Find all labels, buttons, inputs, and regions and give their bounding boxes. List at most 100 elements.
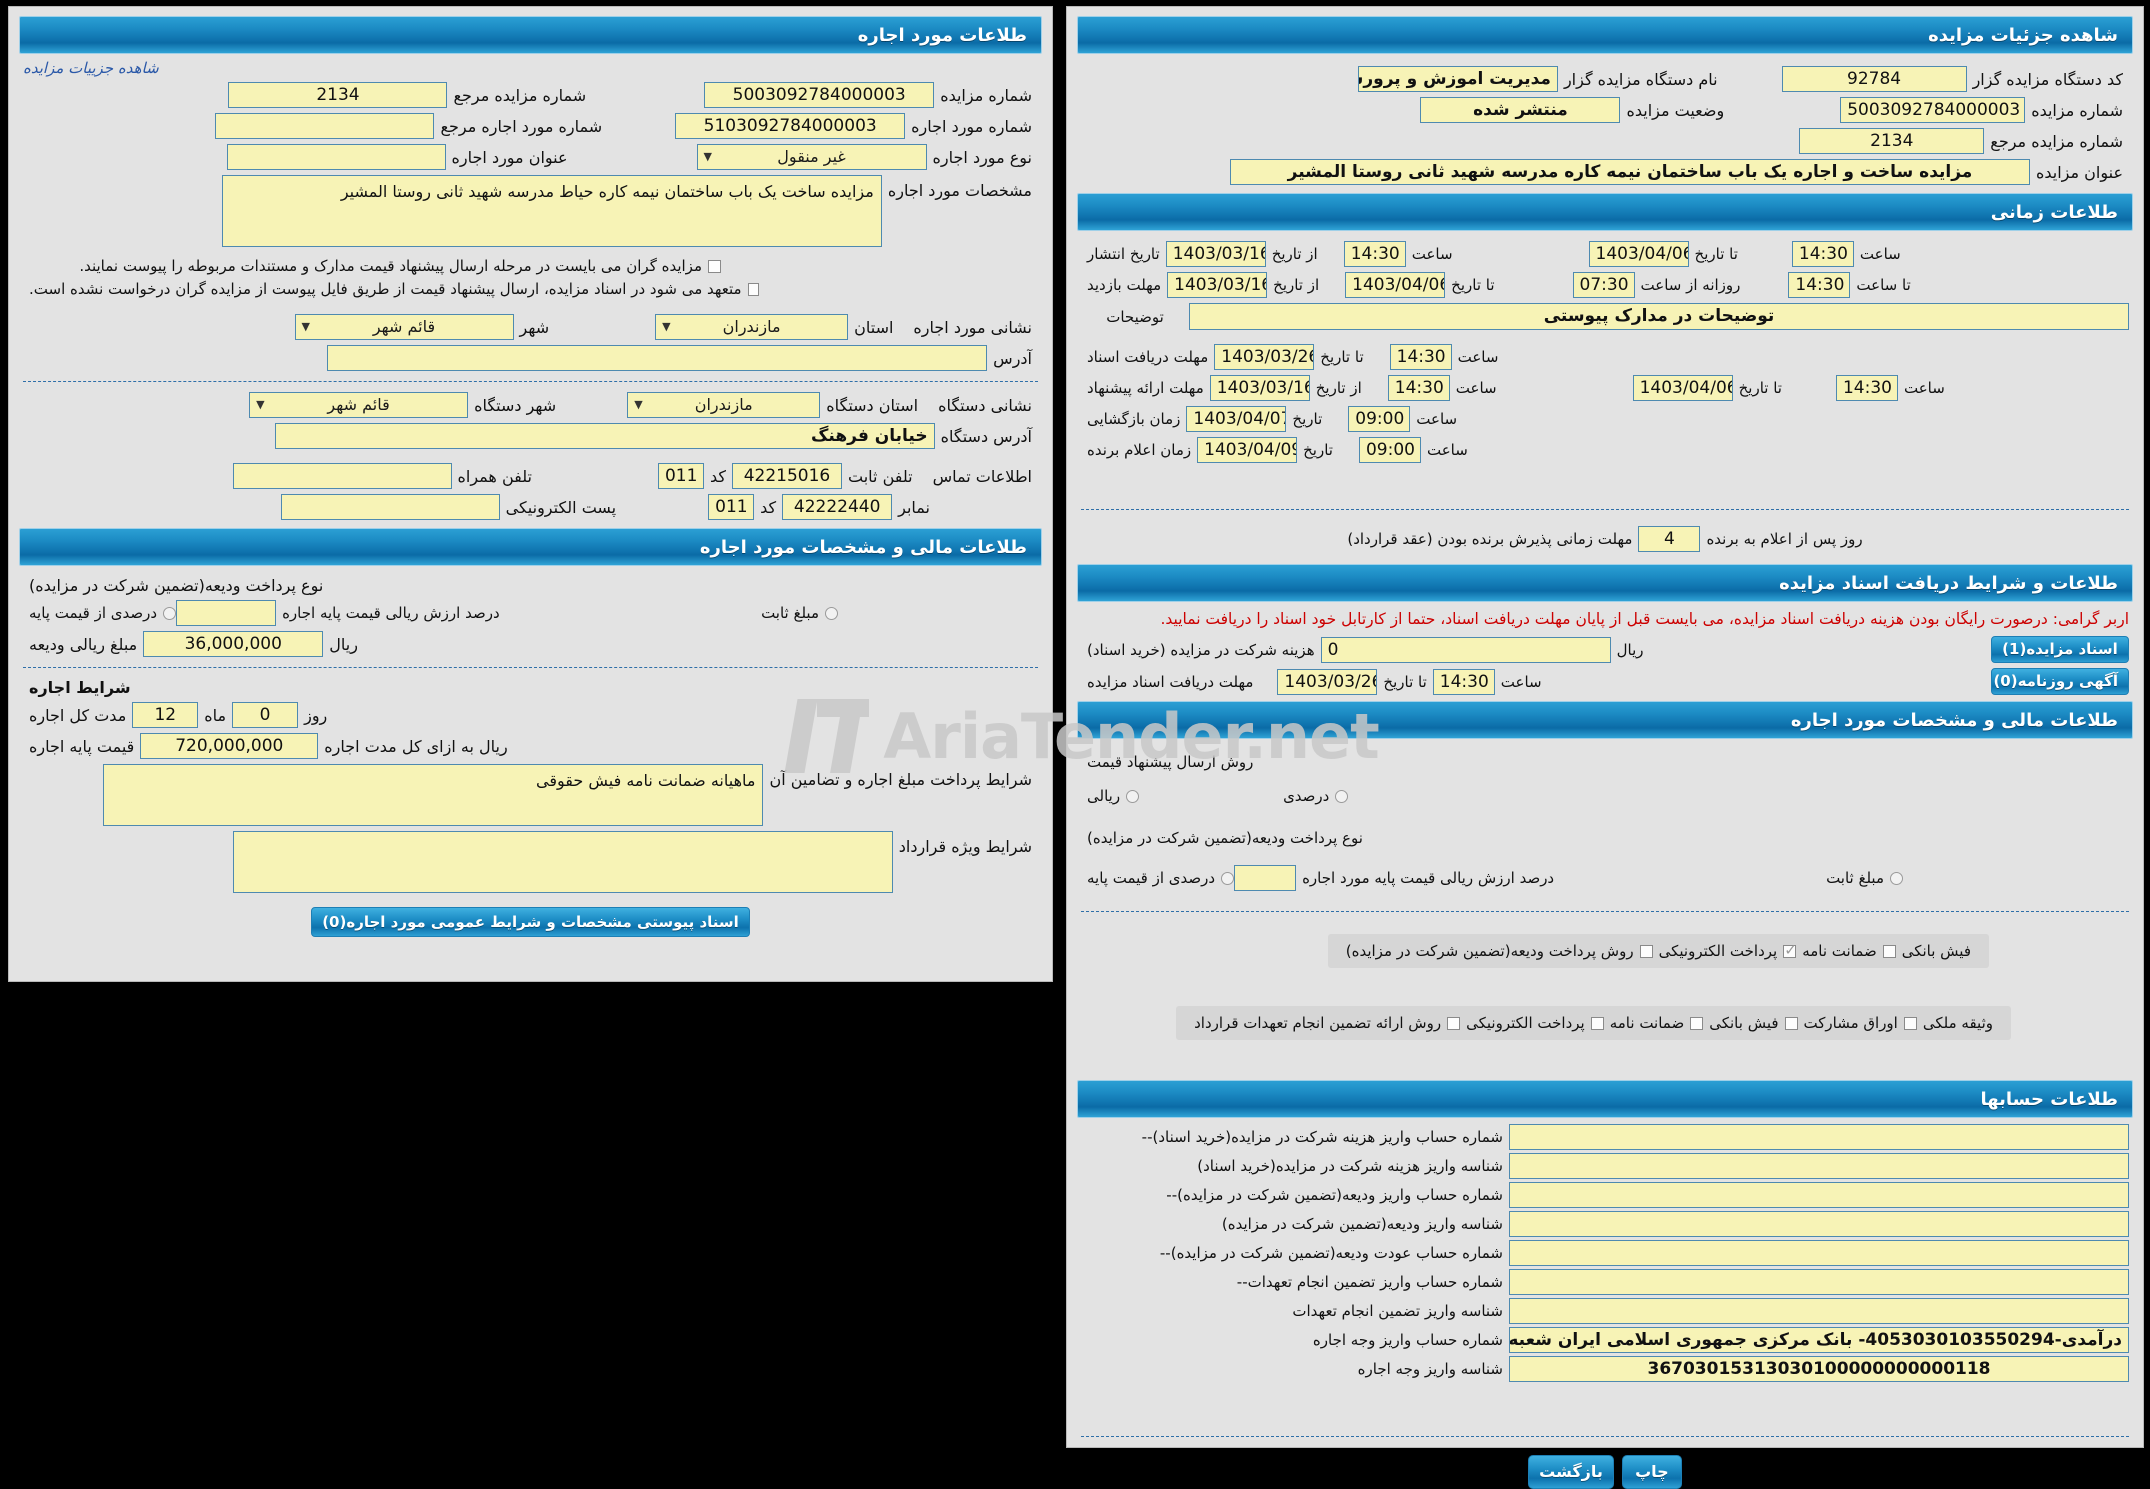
specs-textarea[interactable]: مزایده ساخت یک باب ساختمان نیمه کاره حیا… bbox=[221, 175, 882, 247]
bid-to-time-field[interactable]: 14:30 bbox=[1835, 375, 1898, 401]
doc-deadline-date-field[interactable]: 1403/03/26 bbox=[1214, 344, 1315, 370]
publish-to-time-field[interactable]: 14:30 bbox=[1791, 241, 1854, 267]
account-value-field[interactable] bbox=[1509, 1211, 2129, 1237]
docs-deadline-time-field[interactable]: 14:30 bbox=[1432, 668, 1495, 695]
rental-type-select[interactable]: غیر منقول ▼ bbox=[696, 144, 927, 170]
winner-date-field[interactable]: 1403/04/09 bbox=[1197, 437, 1298, 463]
ref-rental-number-field[interactable] bbox=[215, 113, 435, 139]
note-1-checkbox[interactable] bbox=[708, 259, 721, 273]
back-button[interactable]: بازگشت bbox=[1528, 1455, 1614, 1489]
device-address-field[interactable]: خیابان فرهنگ bbox=[274, 423, 935, 449]
visit-to-date-field[interactable]: 1403/04/06 bbox=[1345, 272, 1446, 298]
fee-field[interactable]: 0 bbox=[1320, 636, 1611, 663]
deposit-method-2-checkbox[interactable] bbox=[1882, 944, 1896, 958]
ref-auction-number-field[interactable]: 2134 bbox=[228, 82, 448, 108]
percent-of-base-radio[interactable] bbox=[163, 606, 177, 620]
guarantee-method-2-label: فیش بانکی bbox=[1709, 1014, 1779, 1032]
time-description-field[interactable]: توضیحات در مدارک پیوستی bbox=[1189, 303, 2129, 330]
docs-deadline-date-field[interactable]: 1403/03/26 bbox=[1277, 668, 1378, 695]
account-value-field[interactable] bbox=[1509, 1298, 2129, 1324]
rental-address-field[interactable] bbox=[327, 345, 988, 371]
landline-field[interactable]: 42215016 bbox=[731, 463, 842, 489]
percent-of-base-radio-right[interactable] bbox=[1221, 871, 1235, 885]
percent-base-field-right[interactable] bbox=[1234, 865, 1297, 891]
publish-from-field[interactable]: 1403/03/16 bbox=[1165, 241, 1266, 267]
guarantee-method-1-checkbox[interactable] bbox=[1590, 1016, 1604, 1030]
opening-date-field[interactable]: 1403/04/07 bbox=[1186, 406, 1287, 432]
deposit-method-1-checkbox[interactable] bbox=[1783, 941, 1797, 959]
duration-months-field[interactable]: 12 bbox=[132, 702, 199, 728]
account-value-field[interactable]: 36703015313030100000000000118 bbox=[1509, 1356, 2129, 1382]
attachment-docs-button[interactable]: اسناد پیوستی مشخصات و شرایط عمومی مورد ا… bbox=[311, 907, 750, 937]
org-code-field[interactable]: 92784 bbox=[1781, 66, 1967, 92]
publish-time-field[interactable]: 14:30 bbox=[1343, 241, 1406, 267]
account-value-field[interactable]: درآمدی-4053030103550294- بانک مرکزی جمهو… bbox=[1509, 1327, 2129, 1353]
landline-code-field[interactable]: 011 bbox=[657, 463, 704, 489]
rental-title-field[interactable] bbox=[226, 144, 446, 170]
deposit-method-0-checkbox[interactable] bbox=[1639, 944, 1653, 958]
guarantee-method-2-checkbox[interactable] bbox=[1690, 1016, 1704, 1030]
guarantee-method-0-checkbox[interactable] bbox=[1447, 1016, 1461, 1030]
visit-to-time-label: تا ساعت bbox=[1856, 276, 1911, 294]
device-city-value: قائم شهر bbox=[327, 395, 390, 414]
auction-title-field[interactable]: مزایده ساخت و اجاره یک باب ساختمان نیمه … bbox=[1230, 159, 2030, 185]
fax-field[interactable]: 42222440 bbox=[782, 494, 893, 520]
bid-from-time-field[interactable]: 14:30 bbox=[1387, 375, 1450, 401]
rental-title-label: عنوان مورد اجاره bbox=[451, 147, 568, 167]
opening-time-field[interactable]: 09:00 bbox=[1348, 406, 1411, 432]
percent-price-radio[interactable] bbox=[1335, 789, 1349, 803]
bid-to-date-field[interactable]: 1403/04/06 bbox=[1632, 375, 1733, 401]
fixed-amount-radio[interactable] bbox=[825, 606, 838, 620]
visit-from-field[interactable]: 1403/03/16 bbox=[1167, 272, 1268, 298]
auction-number-field[interactable]: 5003092784000003 bbox=[704, 82, 935, 108]
acceptance-field[interactable]: 4 bbox=[1638, 526, 1701, 552]
auction-documents-button[interactable]: اسناد مزایده(1) bbox=[1991, 636, 2129, 663]
guarantee-method-4-checkbox[interactable] bbox=[1903, 1016, 1917, 1030]
rental-number-field[interactable]: 5103092784000003 bbox=[675, 113, 906, 139]
guarantee-method-3-checkbox[interactable] bbox=[1784, 1016, 1798, 1030]
payment-terms-textarea[interactable]: ماهیانه ضمانت نامه فیش حقوقی bbox=[103, 764, 764, 826]
view-auction-details-link[interactable]: شاهده جزییات مزایده bbox=[23, 59, 159, 77]
percent-base-field[interactable] bbox=[176, 600, 277, 626]
right-panel-title: شاهده جزئیات مزایده bbox=[1077, 16, 2133, 54]
deposit-methods-row: روش پرداخت ودیعه(تضمین شرکت در مزایده) پ… bbox=[1081, 934, 2129, 968]
rial-price-radio[interactable] bbox=[1126, 789, 1140, 803]
duration-days-field[interactable]: 0 bbox=[232, 702, 299, 728]
guarantee-method-3-label: اوراق مشارکت bbox=[1803, 1014, 1898, 1032]
account-value-field[interactable] bbox=[1509, 1153, 2129, 1179]
print-button[interactable]: چاپ bbox=[1621, 1455, 1682, 1489]
doc-deadline-time-field[interactable]: 14:30 bbox=[1389, 344, 1452, 370]
account-value-field[interactable] bbox=[1509, 1124, 2129, 1150]
duration-days-label: روز bbox=[304, 705, 328, 725]
account-row: شماره حساب عودت ودیعه(تضمین شرکت در مزای… bbox=[1081, 1240, 2129, 1266]
rental-city-select[interactable]: قائم شهر ▼ bbox=[294, 314, 514, 340]
auction-number-field-right[interactable]: 5003092784000003 bbox=[1840, 97, 2026, 123]
visit-to-time-field[interactable]: 14:30 bbox=[1788, 272, 1851, 298]
rental-province-value: مازندران bbox=[722, 317, 781, 336]
ref-number-label-right: شماره مزایده مرجع bbox=[1990, 131, 2123, 151]
account-value-field[interactable] bbox=[1509, 1182, 2129, 1208]
visit-daily-field[interactable]: 07:30 bbox=[1572, 272, 1635, 298]
rental-province-select[interactable]: مازندران ▼ bbox=[655, 314, 849, 340]
device-province-select[interactable]: مازندران ▼ bbox=[627, 392, 821, 418]
device-city-select[interactable]: قائم شهر ▼ bbox=[249, 392, 469, 418]
doc-deadline-to-label: تا تاریخ bbox=[1320, 348, 1364, 366]
winner-time-field[interactable]: 09:00 bbox=[1358, 437, 1421, 463]
email-field[interactable] bbox=[280, 494, 500, 520]
fax-code-field[interactable]: 011 bbox=[708, 494, 755, 520]
publish-to-date-label: تا تاریخ bbox=[1694, 245, 1738, 263]
account-value-field[interactable] bbox=[1509, 1240, 2129, 1266]
bid-from-date-field[interactable]: 1403/03/16 bbox=[1209, 375, 1310, 401]
publish-to-date-field[interactable]: 1403/04/06 bbox=[1588, 241, 1689, 267]
account-value-field[interactable] bbox=[1509, 1269, 2129, 1295]
accounts-section-title-text: طلاعات حسابها bbox=[1980, 1088, 2118, 1110]
fixed-amount-radio-right[interactable] bbox=[1890, 871, 1903, 885]
ref-number-field-right[interactable]: 2134 bbox=[1799, 128, 1985, 154]
mobile-field[interactable] bbox=[232, 463, 452, 489]
special-terms-textarea[interactable] bbox=[232, 831, 893, 893]
newspaper-ad-button[interactable]: آگهی روزنامه(0) bbox=[1991, 668, 2129, 695]
deposit-amount-field[interactable]: 36,000,000 bbox=[143, 631, 324, 657]
base-price-field[interactable]: 720,000,000 bbox=[140, 733, 319, 759]
note-2-checkbox[interactable] bbox=[747, 282, 760, 296]
org-name-field[interactable]: مدیریت اموزش و پرورش شه bbox=[1357, 66, 1558, 92]
